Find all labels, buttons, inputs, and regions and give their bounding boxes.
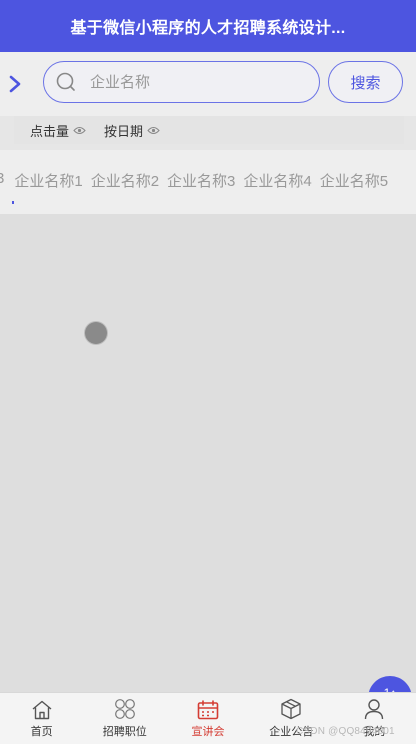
category-item[interactable]: 企业名称5 bbox=[320, 170, 388, 191]
sort-label: 点击量 bbox=[30, 123, 70, 139]
search-icon bbox=[44, 71, 88, 93]
category-indicator bbox=[12, 201, 14, 204]
category-item[interactable]: 企业名称1 bbox=[14, 170, 82, 191]
tab-home[interactable]: 首页 bbox=[0, 693, 83, 744]
tab-label: 宣讲会 bbox=[191, 726, 225, 738]
category-track: 3 企业名称1 企业名称2 企业名称3 企业名称4 企业名称5 bbox=[0, 170, 396, 191]
category-item-partial[interactable]: 3 bbox=[0, 170, 4, 191]
category-item[interactable]: 企业名称2 bbox=[91, 170, 159, 191]
watermark: CSDN @QQ8494001 bbox=[296, 726, 395, 737]
category-item[interactable]: 企业名称3 bbox=[167, 170, 235, 191]
search-input[interactable] bbox=[88, 72, 302, 92]
user-icon bbox=[365, 699, 384, 720]
tab-jobs[interactable]: 招聘职位 bbox=[83, 693, 166, 744]
calendar-icon bbox=[197, 700, 219, 720]
home-icon bbox=[32, 700, 52, 720]
eye-icon bbox=[73, 126, 86, 134]
page-title: 基于微信小程序的人才招聘系统设计... bbox=[70, 20, 346, 37]
sort-label: 按日期 bbox=[104, 123, 144, 139]
app-header: 基于微信小程序的人才招聘系统设计... bbox=[0, 0, 416, 52]
category-item[interactable]: 企业名称4 bbox=[243, 170, 311, 191]
search-row: 搜索 bbox=[0, 52, 416, 116]
box-icon bbox=[281, 698, 301, 720]
content-area bbox=[0, 214, 416, 692]
eye-icon bbox=[147, 126, 160, 134]
search-button[interactable]: 搜索 bbox=[328, 61, 403, 103]
grid-icon bbox=[114, 699, 135, 719]
category-scroller[interactable]: 3 企业名称1 企业名称2 企业名称3 企业名称4 企业名称5 bbox=[0, 150, 416, 214]
tab-label: 首页 bbox=[30, 726, 53, 738]
search-box[interactable] bbox=[43, 61, 320, 103]
sort-by-clicks[interactable]: 点击量 bbox=[30, 121, 86, 140]
sort-by-date[interactable]: 按日期 bbox=[104, 121, 160, 140]
tab-presentations[interactable]: 宣讲会 bbox=[166, 693, 249, 744]
chevron-right-icon[interactable] bbox=[0, 52, 30, 116]
tab-label: 招聘职位 bbox=[102, 726, 147, 738]
sort-bar: 点击量 按日期 bbox=[14, 116, 404, 144]
loading-spinner bbox=[85, 322, 107, 344]
